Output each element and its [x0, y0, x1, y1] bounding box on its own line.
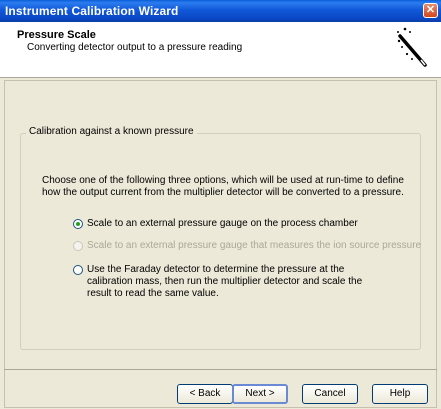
radio-faraday-detector[interactable] — [73, 265, 83, 275]
title-bar[interactable]: Instrument Calibration Wizard ✕ — [0, 0, 441, 22]
page-subtitle: Converting detector output to a pressure… — [27, 42, 243, 53]
magic-wand-icon — [397, 27, 427, 67]
radio-external-gauge-ion-source — [73, 241, 83, 251]
close-icon: ✕ — [425, 4, 436, 16]
next-button[interactable]: Next > — [232, 384, 288, 404]
close-button[interactable]: ✕ — [423, 3, 438, 18]
option-label-external-gauge-chamber[interactable]: Scale to an external pressure gauge on t… — [87, 218, 358, 230]
help-button[interactable]: Help — [372, 384, 428, 404]
radio-external-gauge-chamber[interactable] — [73, 219, 83, 229]
option-label-faraday-detector[interactable]: Use the Faraday detector to determine th… — [87, 264, 387, 300]
footer-separator — [4, 369, 437, 370]
group-caption: Calibration against a known pressure — [26, 126, 197, 137]
option-label-external-gauge-ion-source: Scale to an external pressure gauge that… — [87, 240, 422, 251]
cancel-button[interactable]: Cancel — [302, 384, 358, 404]
back-button[interactable]: < Back — [177, 384, 233, 404]
wizard-header: Pressure Scale Converting detector outpu… — [0, 22, 441, 78]
page-title: Pressure Scale — [17, 29, 96, 41]
instructions-text: Choose one of the following three option… — [42, 175, 404, 198]
wizard-window: Instrument Calibration Wizard ✕ Pressure… — [0, 0, 441, 409]
radio-selected-dot — [76, 222, 80, 226]
window-title: Instrument Calibration Wizard — [5, 4, 179, 18]
